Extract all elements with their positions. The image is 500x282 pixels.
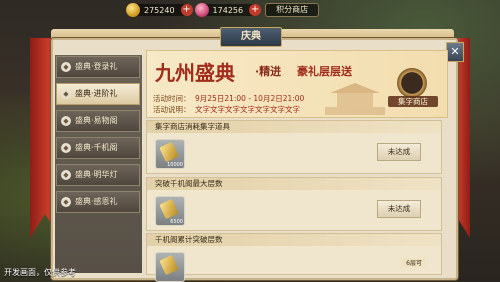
reward-count: 10000	[167, 162, 183, 168]
menu-item-label: 盛典·进阶礼	[75, 89, 118, 98]
word-store-label: 集字商店	[388, 96, 438, 107]
menu-item-label: 盛典·感恩礼	[75, 197, 118, 206]
menu-item-label: 盛典·登录礼	[75, 62, 118, 71]
panel-title: 庆典	[220, 27, 282, 47]
reward-item[interactable]	[155, 252, 185, 282]
event-desc-value: 文字文字文字文字文字文字文字	[195, 105, 300, 114]
close-icon: ✕	[450, 45, 460, 58]
reward-item[interactable]: 10000	[155, 139, 185, 169]
reward-count: 6500	[170, 219, 183, 225]
reward-item[interactable]: 6500	[155, 196, 185, 226]
event-time-label: 活动时间：	[153, 94, 191, 103]
task-row: 千机阁累计突破层数 6层可	[146, 233, 442, 282]
menu-item-advance-gift[interactable]: ◆ 盛典·进阶礼	[56, 83, 140, 105]
task-title: 突破千机阁最大层数	[147, 178, 441, 190]
points-shop-button[interactable]: 积分商店	[265, 3, 320, 17]
temple-illustration	[325, 83, 385, 115]
gem-icon	[194, 3, 209, 17]
task-title: 集字商店消耗集字道具	[147, 121, 441, 133]
event-desc-label: 活动说明：	[153, 105, 191, 114]
side-menu: ◆ 盛典·登录礼 ◆ 盛典·进阶礼 ◆ 盛典·易物阁 ◆ 盛典·千机阁 ◆ 盛典·明华灯 …	[56, 56, 140, 218]
menu-item-label: 盛典·明华灯	[75, 170, 118, 179]
menu-item-login-gift[interactable]: ◆ 盛典·登录礼	[56, 56, 140, 78]
menu-item-minghua-lantern[interactable]: ◆ 盛典·明华灯	[56, 164, 140, 186]
reward-gem-icon	[159, 254, 179, 276]
currency-gem-value: 174256	[212, 5, 244, 15]
event-logo: 九州盛典	[155, 61, 235, 85]
menu-item-label: 盛典·易物阁	[75, 116, 118, 125]
event-subtitle-2: 豪礼层层送	[297, 65, 352, 78]
reward-gem-icon	[159, 198, 179, 220]
add-gold-button[interactable]: +	[180, 4, 193, 16]
task-row: 集字商店消耗集字道具 10000 未达成	[146, 120, 442, 174]
dev-screen-note: 开发画面，仅供参考	[4, 268, 76, 277]
menu-item-label: 盛典·千机阁	[75, 143, 118, 152]
menu-item-qianji-pavilion[interactable]: ◆ 盛典·千机阁	[56, 137, 140, 159]
event-subtitle-1: ·精进	[255, 65, 282, 78]
word-store-button[interactable]: 集字商店	[388, 68, 438, 114]
menu-item-icon: ◆	[61, 116, 71, 126]
currency-gold-value: 275240	[144, 5, 175, 15]
store-icon	[397, 68, 427, 98]
currency-gold: 275240 +	[126, 3, 193, 17]
menu-item-icon: ◆	[61, 89, 71, 99]
menu-item-exchange-pavilion[interactable]: ◆ 盛典·易物阁	[56, 110, 140, 132]
gold-bar-icon	[126, 3, 140, 17]
task-status-button[interactable]: 未达成	[377, 200, 421, 218]
reward-gem-icon	[159, 141, 179, 163]
menu-item-icon: ◆	[61, 170, 71, 180]
add-gem-button[interactable]: +	[249, 4, 262, 16]
menu-item-icon: ◆	[61, 62, 71, 72]
menu-item-icon: ◆	[61, 197, 71, 207]
menu-item-thanks-gift[interactable]: ◆ 盛典·感恩礼	[56, 191, 140, 213]
menu-item-icon: ◆	[61, 143, 71, 153]
task-row: 突破千机阁最大层数 6500 未达成	[146, 177, 442, 231]
task-status-button[interactable]: 未达成	[377, 143, 421, 161]
task-title: 千机阁累计突破层数	[147, 234, 441, 246]
event-time-value: 9月25日21:00 - 10月2日21:00	[195, 94, 305, 103]
currency-gem: 174256 +	[194, 3, 262, 17]
close-button[interactable]: ✕	[446, 42, 464, 62]
task-progress: 6层可	[403, 258, 425, 267]
currency-bar: 275240 + 174256 + 积分商店	[126, 3, 320, 17]
